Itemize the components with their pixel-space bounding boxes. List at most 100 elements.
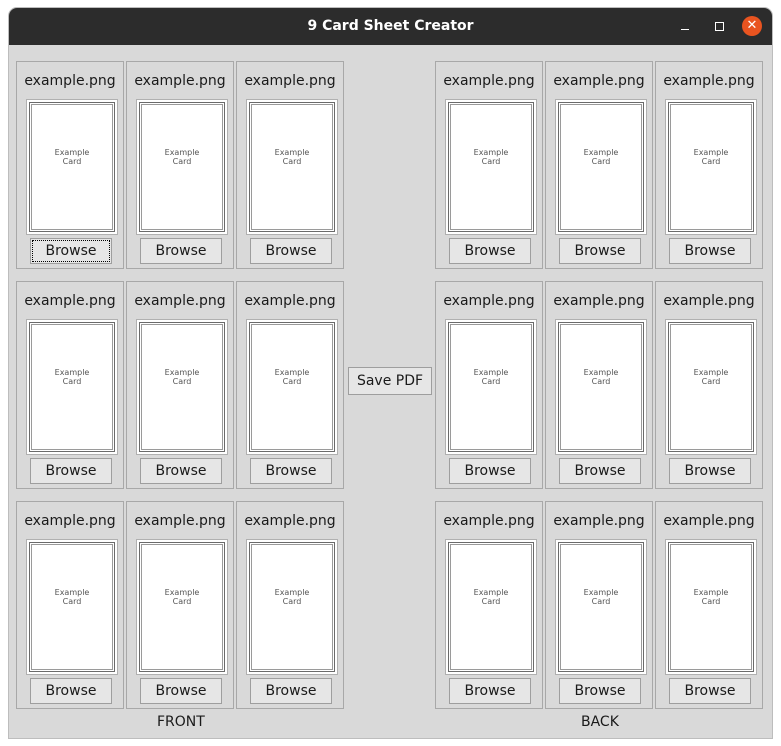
card-preview-image: Example Card: [136, 539, 228, 675]
title-bar[interactable]: 9 Card Sheet Creator ✕: [9, 8, 772, 45]
browse-button[interactable]: Browse: [559, 458, 641, 484]
card-preview-text: Example Card: [693, 368, 729, 386]
card-preview-text: Example Card: [274, 368, 310, 386]
card-preview-image: Example Card: [555, 539, 647, 675]
window-title: 9 Card Sheet Creator: [307, 18, 474, 34]
card-preview-image: Example Card: [555, 99, 647, 235]
close-button[interactable]: ✕: [742, 16, 762, 36]
card-preview-text: Example Card: [54, 368, 90, 386]
card-filename: example.png: [663, 293, 755, 309]
browse-button[interactable]: Browse: [559, 678, 641, 704]
front-card-tile: example.png Example Card Browse: [236, 61, 344, 269]
card-preview-image: Example Card: [665, 99, 757, 235]
card-filename: example.png: [244, 73, 336, 89]
card-preview-image: Example Card: [26, 99, 118, 235]
browse-button[interactable]: Browse: [449, 458, 531, 484]
card-preview-text: Example Card: [693, 148, 729, 166]
card-preview-text: Example Card: [164, 148, 200, 166]
minimize-icon: [681, 29, 689, 30]
browse-button[interactable]: Browse: [669, 458, 751, 484]
card-preview-text: Example Card: [583, 148, 619, 166]
back-card-tile: example.png Example Card Browse: [435, 281, 543, 489]
browse-button[interactable]: Browse: [30, 458, 112, 484]
card-filename: example.png: [443, 513, 535, 529]
front-label: FRONT: [157, 714, 205, 730]
card-filename: example.png: [134, 513, 226, 529]
back-card-tile: example.png Example Card Browse: [655, 61, 763, 269]
card-preview-text: Example Card: [473, 368, 509, 386]
browse-button[interactable]: Browse: [140, 458, 222, 484]
card-preview-text: Example Card: [54, 148, 90, 166]
card-filename: example.png: [134, 293, 226, 309]
back-card-tile: example.png Example Card Browse: [655, 281, 763, 489]
front-card-tile: example.png Example Card Browse: [126, 281, 234, 489]
browse-button[interactable]: Browse: [559, 238, 641, 264]
back-label: BACK: [581, 714, 619, 730]
card-filename: example.png: [244, 293, 336, 309]
card-filename: example.png: [443, 293, 535, 309]
card-filename: example.png: [553, 73, 645, 89]
card-preview-image: Example Card: [555, 319, 647, 455]
card-preview-text: Example Card: [473, 148, 509, 166]
card-filename: example.png: [24, 293, 116, 309]
card-preview-text: Example Card: [54, 588, 90, 606]
back-card-tile: example.png Example Card Browse: [545, 61, 653, 269]
browse-button[interactable]: Browse: [250, 238, 332, 264]
card-preview-text: Example Card: [693, 588, 729, 606]
card-preview-image: Example Card: [665, 319, 757, 455]
front-card-tile: example.png Example Card Browse: [236, 501, 344, 709]
maximize-button[interactable]: [709, 16, 729, 36]
browse-button[interactable]: Browse: [30, 238, 112, 264]
back-card-tile: example.png Example Card Browse: [435, 501, 543, 709]
browse-button[interactable]: Browse: [669, 678, 751, 704]
card-preview-image: Example Card: [246, 539, 338, 675]
browse-button[interactable]: Browse: [669, 238, 751, 264]
close-icon: ✕: [746, 18, 758, 33]
card-filename: example.png: [24, 513, 116, 529]
card-preview-text: Example Card: [473, 588, 509, 606]
browse-button[interactable]: Browse: [250, 458, 332, 484]
card-filename: example.png: [553, 513, 645, 529]
minimize-button[interactable]: [675, 16, 695, 36]
front-card-tile: example.png Example Card Browse: [16, 501, 124, 709]
save-pdf-button[interactable]: Save PDF: [348, 367, 432, 395]
front-card-tile: example.png Example Card Browse: [16, 61, 124, 269]
app-window: 9 Card Sheet Creator ✕ example.png Exampl…: [9, 8, 772, 738]
browse-button[interactable]: Browse: [140, 678, 222, 704]
back-card-tile: example.png Example Card Browse: [655, 501, 763, 709]
card-preview-image: Example Card: [665, 539, 757, 675]
maximize-icon: [715, 22, 724, 31]
card-preview-image: Example Card: [26, 319, 118, 455]
card-preview-text: Example Card: [164, 368, 200, 386]
back-card-tile: example.png Example Card Browse: [435, 61, 543, 269]
card-filename: example.png: [244, 513, 336, 529]
front-card-tile: example.png Example Card Browse: [126, 501, 234, 709]
card-preview-text: Example Card: [583, 588, 619, 606]
front-card-tile: example.png Example Card Browse: [16, 281, 124, 489]
card-preview-image: Example Card: [26, 539, 118, 675]
card-filename: example.png: [663, 73, 755, 89]
front-card-tile: example.png Example Card Browse: [236, 281, 344, 489]
browse-button[interactable]: Browse: [449, 238, 531, 264]
browse-button[interactable]: Browse: [30, 678, 112, 704]
card-filename: example.png: [443, 73, 535, 89]
card-preview-image: Example Card: [445, 539, 537, 675]
browse-button[interactable]: Browse: [140, 238, 222, 264]
card-preview-image: Example Card: [445, 319, 537, 455]
card-filename: example.png: [553, 293, 645, 309]
card-preview-text: Example Card: [274, 588, 310, 606]
card-preview-text: Example Card: [274, 148, 310, 166]
browse-button[interactable]: Browse: [449, 678, 531, 704]
card-preview-image: Example Card: [136, 99, 228, 235]
card-filename: example.png: [134, 73, 226, 89]
browse-button[interactable]: Browse: [250, 678, 332, 704]
card-preview-image: Example Card: [136, 319, 228, 455]
card-preview-text: Example Card: [583, 368, 619, 386]
card-filename: example.png: [663, 513, 755, 529]
card-preview-text: Example Card: [164, 588, 200, 606]
card-filename: example.png: [24, 73, 116, 89]
card-preview-image: Example Card: [246, 99, 338, 235]
back-card-tile: example.png Example Card Browse: [545, 501, 653, 709]
card-preview-image: Example Card: [445, 99, 537, 235]
back-card-tile: example.png Example Card Browse: [545, 281, 653, 489]
